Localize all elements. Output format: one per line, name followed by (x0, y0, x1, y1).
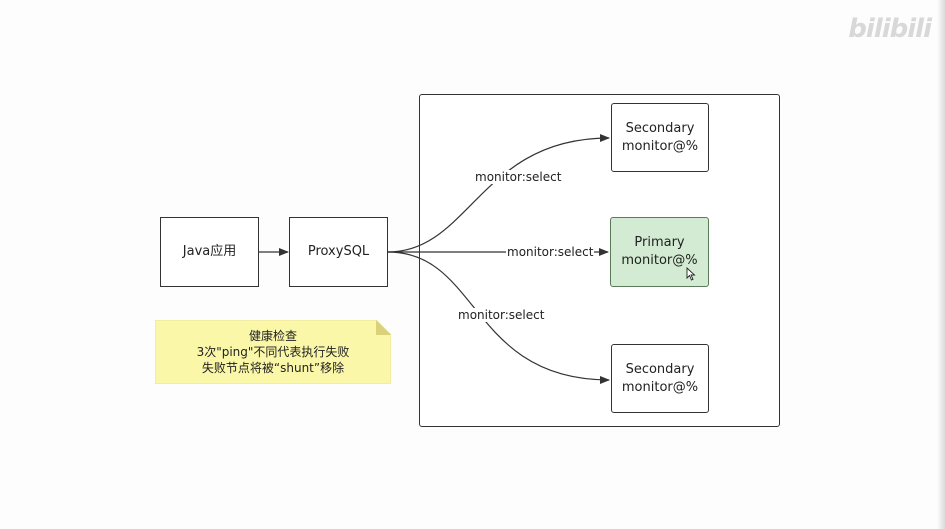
secondary-top-user: monitor@% (621, 138, 699, 154)
edge-label-secondary-bottom: monitor:select (457, 308, 546, 322)
mouse-cursor-icon (686, 267, 696, 281)
proxysql-node[interactable]: ProxySQL (289, 217, 388, 287)
secondary-top-role: Secondary (625, 120, 695, 136)
proxysql-label: ProxySQL (307, 244, 370, 259)
health-check-note[interactable]: 健康检查 3次"ping"不同代表执行失败 失败节点将被“shunt”移除 (155, 320, 391, 384)
edge-label-secondary-top: monitor:select (474, 170, 563, 184)
note-line-shunt: 失败节点将被“shunt”移除 (201, 361, 345, 375)
note-line-ping: 3次"ping"不同代表执行失败 (196, 345, 350, 359)
secondary-node-bottom[interactable]: Secondary monitor@% (611, 344, 709, 413)
java-app-label: Java应用 (182, 244, 237, 259)
edge-proxysql-to-secondary-top (387, 134, 610, 253)
edge-label-primary: monitor:select (506, 245, 595, 259)
java-app-node[interactable]: Java应用 (160, 217, 259, 287)
secondary-node-top[interactable]: Secondary monitor@% (611, 103, 709, 172)
note-title: 健康检查 (248, 329, 297, 343)
secondary-bottom-role: Secondary (625, 361, 695, 377)
secondary-bottom-user: monitor@% (621, 379, 699, 395)
primary-role: Primary (634, 235, 685, 250)
connector-layer (259, 134, 610, 384)
